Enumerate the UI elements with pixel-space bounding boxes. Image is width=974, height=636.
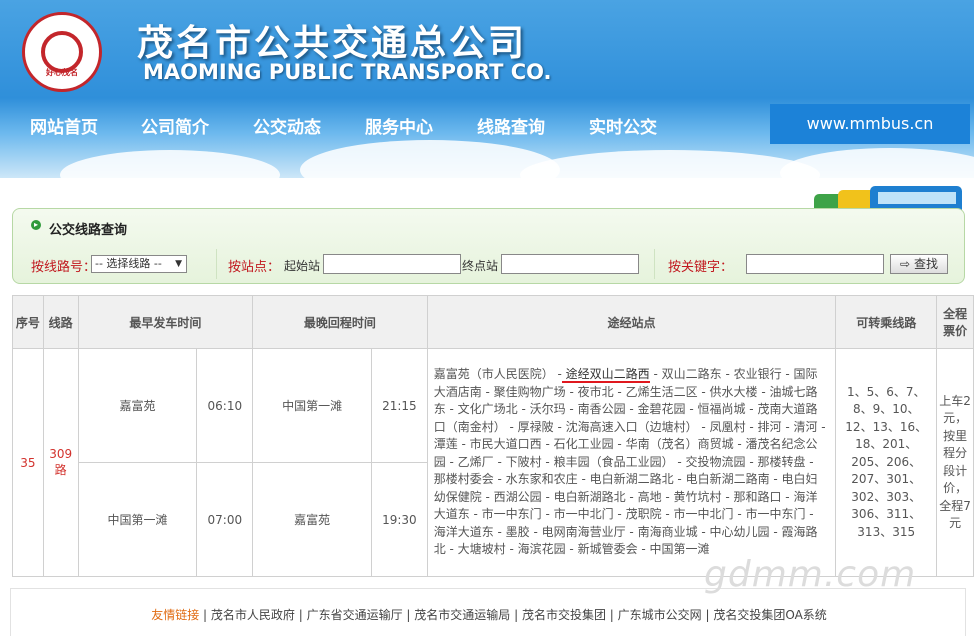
stops-highlight: 途经双山二路西 — [561, 367, 650, 384]
line-select[interactable]: -- 选择线路 -- ▼ — [91, 255, 187, 273]
footer-link[interactable]: 广东省交通运输厅 — [307, 608, 403, 622]
footer-link[interactable]: 广东城市公交网 — [618, 608, 702, 622]
footer-link[interactable]: 茂名市人民政府 — [211, 608, 295, 622]
company-logo[interactable]: 好心茂名 — [22, 12, 102, 92]
search-button[interactable]: ⇨ 查找 — [890, 254, 948, 274]
earliest-station: 嘉富苑 — [77, 348, 198, 463]
footer-link[interactable]: 茂名交投集团OA系统 — [713, 608, 826, 622]
friend-links-label: 友情链接 — [151, 608, 200, 622]
search-button-label: 查找 — [913, 257, 938, 271]
col-stops: 途经站点 — [426, 295, 837, 349]
site-header: 好心茂名 茂名市公共交通总公司 MAOMING PUBLIC TRANSPORT… — [0, 0, 974, 178]
table-header-row: 序号 线路 最早发车时间 最晚回程时间 途经站点 可转乘线路 全程票价 — [12, 295, 974, 349]
nav-service[interactable]: 服务中心 — [365, 113, 433, 138]
latest-time: 19:30 — [371, 462, 428, 577]
logo-text: 好心茂名 — [46, 68, 78, 77]
transfer-lines: 1、5、6、7、8、9、10、12、13、16、18、201、205、206、2… — [835, 348, 938, 577]
line-select-value: -- 选择线路 -- — [95, 257, 162, 270]
earliest-time: 06:10 — [196, 348, 254, 463]
end-station-input[interactable] — [501, 254, 639, 274]
panel-title: 公交线路查询 — [49, 223, 128, 238]
latest-time: 21:15 — [371, 348, 428, 463]
route-query-panel: ▸ 公交线路查询 按线路号： -- 选择线路 -- ▼ 按站点： 起始站 终点站… — [12, 208, 965, 284]
col-fare: 全程票价 — [936, 295, 974, 349]
start-station-label: 起始站 — [284, 259, 321, 273]
route-stops: 嘉富苑（市人民医院） - 途经双山二路西 - 双山二路东 - 农业银行 - 国际… — [426, 348, 837, 577]
row-index: 35 — [12, 348, 44, 577]
fare-info: 上车2元，按里程分段计价，全程7元 — [936, 348, 974, 577]
footer: 友情链接 | 茂名市人民政府 | 广东省交通运输厅 | 茂名市交通运输局 | 茂… — [10, 588, 966, 636]
footer-link[interactable]: 茂名市交投集团 — [522, 608, 606, 622]
stops-text-before: 嘉富苑（市人民医院） - — [433, 367, 562, 382]
latest-station: 中国第一滩 — [252, 348, 373, 463]
chevron-down-icon: ▼ — [175, 259, 182, 269]
site-url[interactable]: www.mmbus.cn — [770, 104, 970, 144]
latest-station: 嘉富苑 — [252, 462, 373, 577]
nav-route-query[interactable]: 线路查询 — [477, 113, 545, 138]
nav-home[interactable]: 网站首页 — [30, 113, 98, 138]
table-row: 35 309路 嘉富苑 06:10 中国第一滩 21:15 嘉富苑（市人民医院）… — [12, 348, 974, 577]
keyword-input[interactable] — [746, 254, 884, 274]
main-nav: 网站首页 公司简介 公交动态 服务中心 线路查询 实时公交 — [0, 106, 770, 142]
col-index: 序号 — [12, 295, 44, 349]
footer-links: 友情链接 | 茂名市人民政府 | 广东省交通运输厅 | 茂名市交通运输局 | 茂… — [151, 608, 827, 622]
site-title-en: MAOMING PUBLIC TRANSPORT CO. — [143, 60, 552, 84]
earliest-station: 中国第一滩 — [77, 462, 198, 577]
nav-news[interactable]: 公交动态 — [253, 113, 321, 138]
nav-about[interactable]: 公司简介 — [141, 113, 209, 138]
arrow-right-icon: ⇨ — [900, 257, 911, 271]
footer-link[interactable]: 茂名市交通运输局 — [414, 608, 510, 622]
nav-realtime-bus[interactable]: 实时公交 — [589, 113, 657, 138]
by-keyword-label: 按关键字： — [668, 260, 734, 275]
arrow-icon: ▸ — [31, 220, 41, 230]
col-latest: 最晚回程时间 — [252, 295, 428, 349]
end-station-label: 终点站 — [462, 259, 499, 273]
start-station-input[interactable] — [323, 254, 461, 274]
col-earliest: 最早发车时间 — [77, 295, 254, 349]
watermark: gdmm.com — [704, 554, 917, 595]
site-title-cn: 茂名市公共交通总公司 — [137, 23, 528, 64]
by-line-label: 按线路号： — [31, 260, 97, 275]
col-line: 线路 — [42, 295, 79, 349]
row-line[interactable]: 309路 — [42, 348, 79, 577]
by-stop-label: 按站点： — [228, 260, 281, 275]
route-table: 序号 线路 最早发车时间 最晚回程时间 途经站点 可转乘线路 全程票价 35 3… — [12, 295, 974, 577]
stops-text-after: - 双山二路东 - 农业银行 - 国际大酒店南 - 聚佳购物广场 - 夜市北 -… — [433, 367, 826, 557]
col-transfer: 可转乘线路 — [835, 295, 938, 349]
earliest-time: 07:00 — [196, 462, 254, 577]
